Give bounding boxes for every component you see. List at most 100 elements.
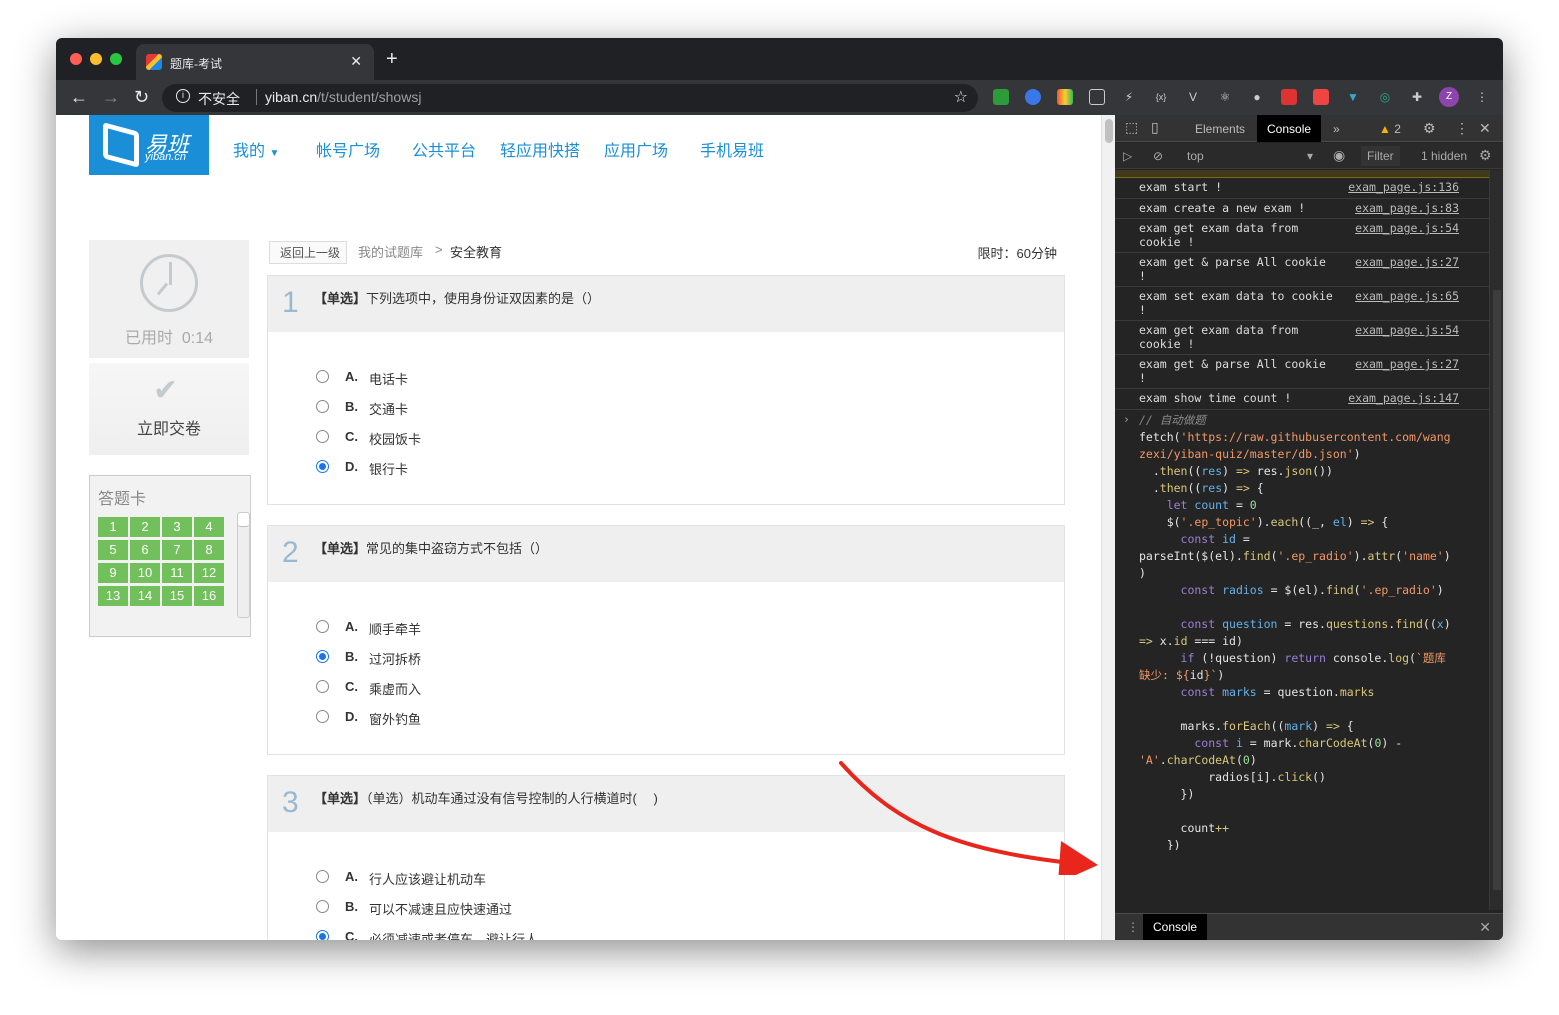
close-devtools-icon[interactable]: ✕ bbox=[1479, 120, 1491, 137]
answer-card-cell[interactable]: 10 bbox=[130, 563, 160, 583]
answer-card-cell[interactable]: 9 bbox=[98, 563, 128, 583]
forward-icon[interactable]: → bbox=[102, 87, 120, 108]
eye-icon[interactable]: ◉ bbox=[1333, 147, 1345, 164]
answer-card-cell[interactable]: 15 bbox=[162, 586, 192, 606]
extension-icon[interactable]: ◎ bbox=[1377, 89, 1393, 105]
radio-button[interactable] bbox=[316, 930, 329, 940]
answer-card-cell[interactable]: 3 bbox=[162, 517, 192, 537]
nav-public-platform[interactable]: 公共平台 bbox=[412, 137, 476, 161]
extension-icon[interactable] bbox=[1057, 89, 1073, 105]
nav-mine[interactable]: 我的 ▼ bbox=[233, 137, 279, 161]
radio-button[interactable] bbox=[316, 710, 329, 723]
context-select[interactable]: top ▾ bbox=[1187, 149, 1327, 163]
extension-icon[interactable]: ▼ bbox=[1345, 89, 1361, 105]
nav-light-app[interactable]: 轻应用快搭 bbox=[500, 137, 580, 161]
code-line: marks.forEach((mark) => { bbox=[1115, 718, 1489, 735]
extension-icon[interactable]: ● bbox=[1249, 89, 1265, 105]
radio-button[interactable] bbox=[316, 400, 329, 413]
url-input[interactable]: i 不安全 yiban.cn/t/student/showsj ☆ bbox=[162, 84, 978, 112]
browser-tab[interactable]: 题库-考试 ✕ bbox=[136, 44, 374, 80]
extension-icon[interactable]: {x} bbox=[1153, 89, 1169, 105]
source-link[interactable]: exam_page.js:27 bbox=[1355, 357, 1459, 372]
close-window-button[interactable] bbox=[70, 53, 82, 65]
page-scrollbar[interactable] bbox=[1101, 115, 1115, 940]
answer-card-cell[interactable]: 16 bbox=[194, 586, 224, 606]
answer-card-cell[interactable]: 12 bbox=[194, 563, 224, 583]
reload-icon[interactable]: ↻ bbox=[134, 87, 149, 108]
react-extension-icon[interactable]: ⚛ bbox=[1217, 89, 1233, 105]
vue-extension-icon[interactable]: V bbox=[1185, 89, 1201, 105]
answer-card-cell[interactable]: 7 bbox=[162, 540, 192, 560]
answer-card-cell[interactable]: 1 bbox=[98, 517, 128, 537]
profile-avatar[interactable]: Z bbox=[1439, 87, 1459, 107]
settings-gear-icon[interactable]: ⚙ bbox=[1423, 120, 1436, 137]
inspect-element-icon[interactable]: ⬚ bbox=[1125, 119, 1138, 136]
source-link[interactable]: exam_page.js:65 bbox=[1355, 289, 1459, 304]
breadcrumb-parent[interactable]: 我的试题库 bbox=[358, 242, 423, 261]
nav-mobile-yiban[interactable]: 手机易班 bbox=[700, 137, 764, 161]
browser-menu-icon[interactable]: ⋮ bbox=[1474, 89, 1490, 105]
bolt-extension-icon[interactable]: ⚡ bbox=[1121, 89, 1137, 105]
new-tab-icon[interactable]: + bbox=[386, 48, 398, 71]
radio-button[interactable] bbox=[316, 870, 329, 883]
source-link[interactable]: exam_page.js:27 bbox=[1355, 255, 1459, 270]
more-options-icon[interactable]: ⋮ bbox=[1455, 120, 1469, 137]
answer-card-cell[interactable]: 4 bbox=[194, 517, 224, 537]
maximize-window-button[interactable] bbox=[110, 53, 122, 65]
code-line: .then((res) => res.json()) bbox=[1115, 463, 1489, 480]
extension-icon[interactable] bbox=[1025, 89, 1041, 105]
radio-button[interactable] bbox=[316, 900, 329, 913]
source-link[interactable]: exam_page.js:147 bbox=[1348, 391, 1459, 406]
drawer-tab-console[interactable]: Console bbox=[1143, 914, 1208, 940]
code-token: ( bbox=[1409, 650, 1416, 665]
tab-console[interactable]: Console bbox=[1257, 115, 1322, 142]
radio-button[interactable] bbox=[316, 620, 329, 633]
nav-app-square[interactable]: 应用广场 bbox=[604, 137, 668, 161]
console-scrollbar[interactable] bbox=[1489, 170, 1503, 910]
drawer-menu-icon[interactable]: ⋮ bbox=[1127, 920, 1139, 934]
answer-card-cell[interactable]: 13 bbox=[98, 586, 128, 606]
minimize-window-button[interactable] bbox=[90, 53, 102, 65]
code-token: (( bbox=[1187, 480, 1202, 495]
puzzle-extensions-icon[interactable]: ✚ bbox=[1409, 89, 1425, 105]
answer-card-cell[interactable]: 8 bbox=[194, 540, 224, 560]
code-token: marks bbox=[1339, 684, 1375, 699]
extension-icon[interactable] bbox=[1313, 89, 1329, 105]
back-icon[interactable]: ← bbox=[70, 87, 88, 108]
console-settings-icon[interactable]: ⚙ bbox=[1479, 147, 1492, 164]
close-drawer-icon[interactable]: ✕ bbox=[1479, 919, 1491, 936]
tab-elements[interactable]: Elements bbox=[1195, 122, 1245, 136]
back-button[interactable]: 返回上一级 bbox=[269, 241, 348, 264]
close-tab-icon[interactable]: ✕ bbox=[350, 53, 362, 70]
filter-input[interactable]: Filter bbox=[1361, 146, 1400, 166]
radio-button[interactable] bbox=[316, 370, 329, 383]
clear-console-icon[interactable]: ⊘ bbox=[1153, 149, 1163, 163]
radio-button[interactable] bbox=[316, 680, 329, 693]
submit-exam-button[interactable]: ✔ 立即交卷 bbox=[89, 363, 249, 455]
info-icon[interactable]: i bbox=[176, 89, 190, 103]
answer-card-scrollbar[interactable] bbox=[237, 512, 250, 618]
code-token: each bbox=[1270, 514, 1299, 529]
shield-extension-icon[interactable] bbox=[993, 89, 1009, 105]
source-link[interactable]: exam_page.js:83 bbox=[1355, 201, 1459, 216]
source-link[interactable]: exam_page.js:54 bbox=[1355, 323, 1459, 338]
warnings-badge[interactable]: ▲ 2 bbox=[1379, 122, 1401, 136]
radio-button[interactable] bbox=[316, 430, 329, 443]
source-link[interactable]: exam_page.js:136 bbox=[1348, 180, 1459, 195]
radio-button[interactable] bbox=[316, 460, 329, 473]
device-toolbar-icon[interactable]: ▯ bbox=[1151, 119, 1159, 136]
answer-card-cell[interactable]: 11 bbox=[162, 563, 192, 583]
more-tabs-icon[interactable]: » bbox=[1333, 122, 1340, 136]
bookmark-star-icon[interactable]: ☆ bbox=[954, 87, 968, 107]
answer-card-cell[interactable]: 5 bbox=[98, 540, 128, 560]
yiban-logo[interactable]: 易班 yiban.cn bbox=[89, 115, 209, 175]
answer-card-cell[interactable]: 14 bbox=[130, 586, 160, 606]
extension-icon[interactable] bbox=[1089, 89, 1105, 105]
extension-icon[interactable] bbox=[1281, 89, 1297, 105]
radio-button[interactable] bbox=[316, 650, 329, 663]
source-link[interactable]: exam_page.js:54 bbox=[1355, 221, 1459, 236]
answer-card-cell[interactable]: 6 bbox=[130, 540, 160, 560]
answer-card-cell[interactable]: 2 bbox=[130, 517, 160, 537]
nav-account-square[interactable]: 帐号广场 bbox=[316, 137, 380, 161]
sidebar-toggle-icon[interactable]: ▷ bbox=[1123, 149, 1132, 163]
